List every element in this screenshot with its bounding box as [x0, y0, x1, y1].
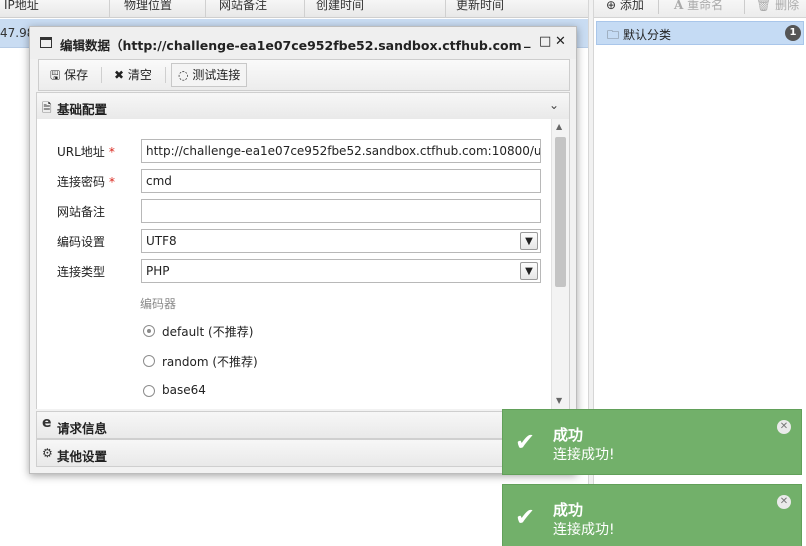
close-x-icon: ✖ [114, 68, 125, 82]
note-label: 网站备注 [57, 205, 106, 219]
gears-icon: ⚙ [42, 446, 53, 460]
clear-button[interactable]: ✖ 清空 [107, 63, 159, 87]
delete-category-button[interactable]: 🗑 删除 [756, 0, 799, 15]
category-toolbar: ⊕ 添加 A 重命名 🗑 删除 [594, 0, 806, 18]
category-label: 默认分类 [623, 28, 672, 42]
toolbar-separator [744, 0, 745, 14]
toolbar-separator [101, 67, 102, 83]
column-header-note[interactable]: 网站备注 [215, 0, 305, 18]
form-scrollbar[interactable]: ▲ ▼ [551, 119, 569, 409]
password-input[interactable]: cmd [141, 169, 541, 193]
encoder-radio-random[interactable] [143, 355, 155, 367]
file-icon: 🗎 [42, 101, 52, 115]
category-count-badge: 1 [785, 25, 801, 41]
encoder-radio-base64[interactable] [143, 385, 155, 397]
password-label: 连接密码 * [57, 175, 116, 189]
basic-config-body: URL地址 * http://challenge-ea1e07ce952fbe52… [36, 119, 570, 409]
column-header-location[interactable]: 物理位置 [120, 0, 206, 18]
dialog-toolbar: 🖫 保存 ✖ 清空 ◌ 测试连接 [38, 59, 570, 91]
encoder-option-label[interactable]: base64 [162, 383, 206, 397]
close-button[interactable]: ✕ [555, 34, 566, 49]
table-header: IP地址 物理位置 网站备注 创建时间 更新时间 [0, 0, 588, 18]
dialog-titlebar[interactable]: 编辑数据（http://challenge-ea1e07ce952fbe52.s… [30, 27, 576, 59]
column-header-updated[interactable]: 更新时间 [452, 0, 588, 18]
encoder-option-label[interactable]: default (不推荐) [162, 323, 253, 340]
toast-title: 成功 [553, 501, 584, 519]
toast-title: 成功 [553, 426, 584, 444]
window-icon [40, 37, 52, 48]
dialog-title: 编辑数据（http://challenge-ea1e07ce952fbe52.s… [60, 38, 522, 53]
save-button[interactable]: 🖫 保存 [43, 63, 95, 87]
success-toast: ✔ 成功 连接成功! ✕ [502, 409, 802, 475]
toolbar-separator [658, 0, 659, 14]
dropdown-arrow-icon: ▼ [520, 262, 538, 280]
maximize-button[interactable]: □ [539, 34, 551, 49]
encoding-select[interactable]: UTF8 ▼ [141, 229, 541, 253]
plus-circle-icon: ⊕ [606, 0, 617, 12]
spinner-icon: ◌ [178, 68, 189, 82]
add-category-button[interactable]: ⊕ 添加 [606, 0, 644, 15]
url-input[interactable]: http://challenge-ea1e07ce952fbe52.sandbo… [141, 139, 541, 163]
ie-icon: e [42, 415, 52, 431]
toast-message: 连接成功! [553, 522, 615, 538]
toast-close-icon[interactable]: ✕ [777, 420, 791, 434]
test-connection-button[interactable]: ◌ 测试连接 [171, 63, 248, 87]
url-label: URL地址 * [57, 145, 115, 159]
check-icon: ✔ [515, 503, 536, 531]
note-input[interactable] [141, 199, 541, 223]
success-toast: ✔ 成功 连接成功! ✕ [502, 484, 802, 546]
toolbar-separator [165, 67, 166, 83]
scrollbar-thumb[interactable] [555, 137, 566, 287]
section-other-settings[interactable]: ⚙ 其他设置 [36, 439, 570, 467]
edit-data-dialog: 编辑数据（http://challenge-ea1e07ce952fbe52.s… [29, 26, 577, 474]
encoder-radio-default[interactable] [143, 325, 155, 337]
toast-message: 连接成功! [553, 447, 615, 463]
section-basic-config[interactable]: 🗎 基础配置 ⌄ [36, 92, 570, 120]
toast-close-icon[interactable]: ✕ [777, 495, 791, 509]
dropdown-arrow-icon: ▼ [520, 232, 538, 250]
trash-icon: 🗑 [756, 0, 772, 12]
category-item-default[interactable]: 🗀 默认分类 1 [596, 21, 804, 45]
folder-icon: 🗀 [607, 28, 620, 42]
encoding-label: 编码设置 [57, 235, 106, 249]
connection-type-select[interactable]: PHP ▼ [141, 259, 541, 283]
chevron-down-icon: ⌄ [548, 98, 559, 112]
minimize-button[interactable]: _ [524, 34, 531, 49]
check-icon: ✔ [515, 428, 536, 456]
encoder-label: 编码器 [140, 297, 177, 311]
scroll-up-icon[interactable]: ▲ [556, 122, 562, 131]
section-request-info[interactable]: e 请求信息 [36, 411, 570, 439]
floppy-icon: 🖫 [50, 68, 61, 82]
connection-type-label: 连接类型 [57, 265, 106, 279]
column-header-ip[interactable]: IP地址 [0, 0, 110, 18]
scroll-down-icon[interactable]: ▼ [556, 396, 562, 405]
font-icon: A [674, 0, 684, 12]
encoder-option-label[interactable]: random (不推荐) [162, 353, 258, 370]
rename-category-button[interactable]: A 重命名 [674, 0, 723, 15]
column-header-created[interactable]: 创建时间 [312, 0, 446, 18]
